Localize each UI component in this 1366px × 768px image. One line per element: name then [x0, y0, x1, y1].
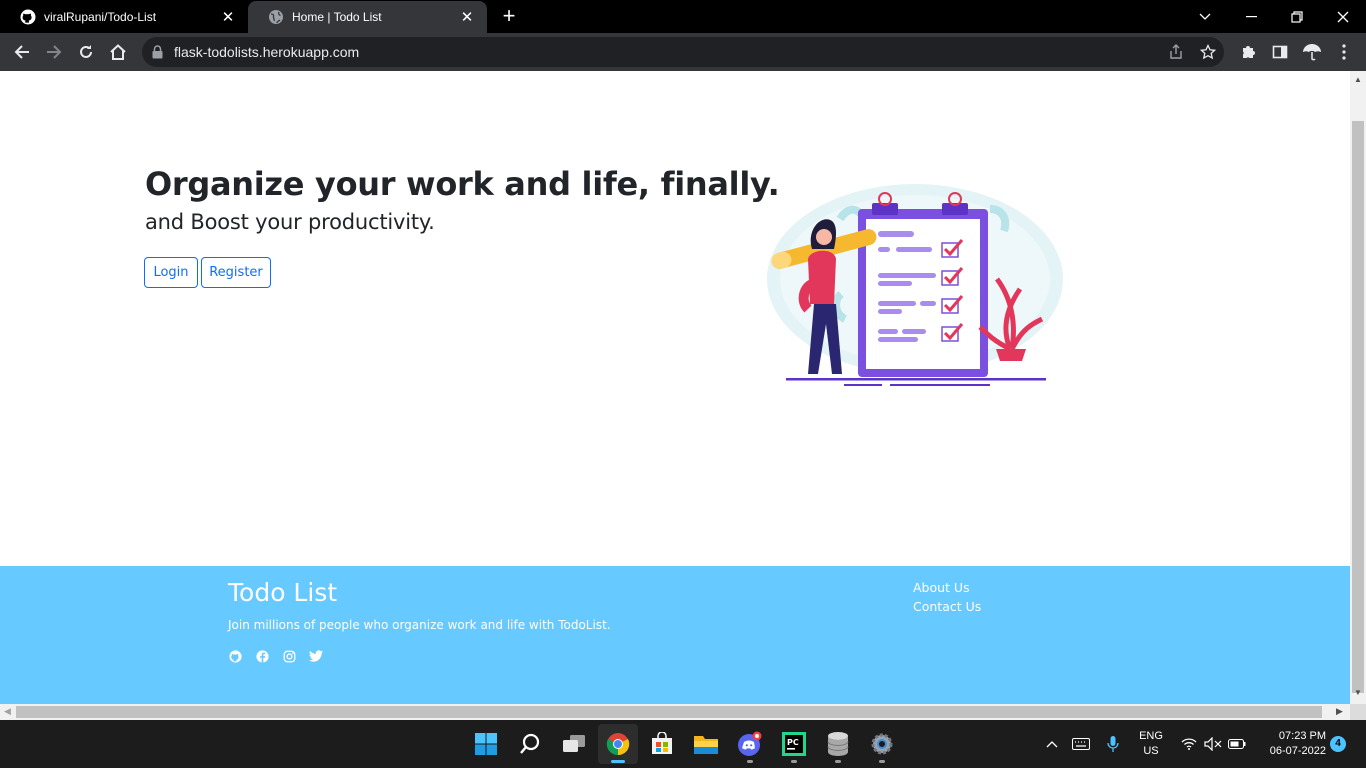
tab-search-icon[interactable]	[1182, 0, 1228, 33]
pycharm-icon[interactable]: PC	[774, 724, 814, 764]
home-icon[interactable]	[104, 38, 132, 66]
database-icon[interactable]	[818, 724, 858, 764]
tab-github[interactable]: viralRupani/Todo-List ✕	[0, 0, 248, 33]
browser-tab-strip: viralRupani/Todo-List ✕ Home | Todo List…	[0, 0, 1366, 33]
scrollbar-corner	[1350, 704, 1366, 720]
register-button[interactable]: Register	[201, 257, 271, 288]
login-button[interactable]: Login	[144, 257, 198, 288]
horizontal-scrollbar[interactable]: ◀ ▶	[0, 704, 1350, 720]
footer-social-icons	[228, 649, 323, 663]
svg-text:PC: PC	[787, 738, 799, 747]
running-indicator	[879, 760, 885, 763]
lock-icon[interactable]	[152, 45, 163, 64]
footer-link-about-us[interactable]: About Us	[913, 580, 970, 595]
search-icon[interactable]	[510, 724, 550, 764]
profile-avatar-icon[interactable]	[1298, 38, 1326, 66]
footer-title: Todo List	[228, 578, 338, 607]
site-footer: Todo List Join millions of people who or…	[0, 566, 1350, 704]
running-indicator	[791, 760, 797, 763]
vertical-scroll-thumb[interactable]	[1352, 121, 1364, 693]
task-view-icon[interactable]	[554, 724, 594, 764]
bookmark-star-icon[interactable]	[1198, 42, 1218, 62]
facebook-icon[interactable]	[255, 649, 269, 663]
browser-toolbar: flask-todolists.herokuapp.com	[0, 33, 1366, 71]
file-explorer-icon[interactable]	[686, 724, 726, 764]
volume-muted-icon[interactable]	[1202, 720, 1224, 768]
store-icon[interactable]	[642, 724, 682, 764]
system-clock[interactable]: 07:23 PM 06-07-2022	[1252, 729, 1326, 759]
vertical-scrollbar[interactable]: ▲ ▼	[1350, 71, 1366, 704]
share-icon[interactable]	[1166, 42, 1186, 62]
language-code: ENG	[1139, 730, 1163, 742]
chrome-icon[interactable]	[598, 724, 638, 764]
extensions-icon[interactable]	[1234, 38, 1262, 66]
tab-title: viralRupani/Todo-List	[44, 9, 157, 24]
hero-subtitle: and Boost your productivity.	[145, 210, 435, 234]
horizontal-scroll-thumb[interactable]	[16, 706, 1322, 718]
running-indicator	[747, 760, 753, 763]
browser-menu-icon[interactable]	[1330, 38, 1358, 66]
minimize-icon[interactable]	[1228, 0, 1274, 33]
new-tab-button[interactable]: +	[498, 5, 520, 28]
keyboard-icon[interactable]	[1070, 720, 1092, 768]
twitter-icon[interactable]	[309, 649, 323, 663]
start-icon[interactable]	[466, 724, 506, 764]
microphone-icon[interactable]	[1104, 720, 1122, 768]
close-tab-icon[interactable]: ✕	[457, 7, 477, 27]
discord-icon[interactable]	[730, 724, 770, 764]
tab-title: Home | Todo List	[292, 10, 382, 24]
reload-icon[interactable]	[72, 38, 100, 66]
address-bar[interactable]: flask-todolists.herokuapp.com	[142, 37, 1224, 67]
scroll-down-arrow-icon[interactable]: ▼	[1354, 688, 1362, 697]
url-text: flask-todolists.herokuapp.com	[174, 44, 360, 60]
todo-checklist-illustration	[767, 184, 1063, 386]
tab-home-todo[interactable]: Home | Todo List ✕	[248, 1, 487, 33]
scroll-left-arrow-icon[interactable]: ◀	[4, 706, 11, 717]
restore-icon[interactable]	[1274, 0, 1320, 33]
page-viewport: Organize your work and life, finally. an…	[0, 71, 1350, 704]
wifi-icon[interactable]	[1178, 720, 1200, 768]
settings-icon[interactable]	[862, 724, 902, 764]
clock-time: 07:23 PM	[1278, 730, 1326, 742]
language-indicator[interactable]: ENG US	[1136, 729, 1166, 759]
clock-date: 06-07-2022	[1269, 745, 1326, 757]
running-indicator	[611, 760, 625, 763]
footer-description: Join millions of people who organize wor…	[228, 618, 611, 632]
side-panel-icon[interactable]	[1266, 38, 1294, 66]
notification-badge[interactable]: 4	[1330, 736, 1346, 752]
footer-link-contact-us[interactable]: Contact Us	[913, 599, 981, 614]
scroll-right-arrow-icon[interactable]: ▶	[1336, 706, 1343, 717]
github-icon[interactable]	[228, 649, 242, 663]
region-code: US	[1143, 745, 1159, 757]
github-icon	[20, 9, 36, 25]
windows-taskbar: PC ENG US 07:23 PM 06-07-2022 4	[0, 720, 1366, 768]
running-indicator	[835, 760, 841, 763]
close-tab-icon[interactable]: ✕	[218, 7, 238, 27]
show-hidden-icons-chevron-icon[interactable]	[1042, 720, 1062, 768]
instagram-icon[interactable]	[282, 649, 296, 663]
close-window-icon[interactable]	[1320, 0, 1366, 33]
back-icon[interactable]	[8, 38, 36, 66]
scroll-up-arrow-icon[interactable]: ▲	[1354, 75, 1362, 84]
globe-icon	[268, 9, 284, 25]
hero-title: Organize your work and life, finally.	[145, 165, 780, 203]
battery-icon[interactable]	[1226, 720, 1248, 768]
forward-icon[interactable]	[40, 38, 68, 66]
